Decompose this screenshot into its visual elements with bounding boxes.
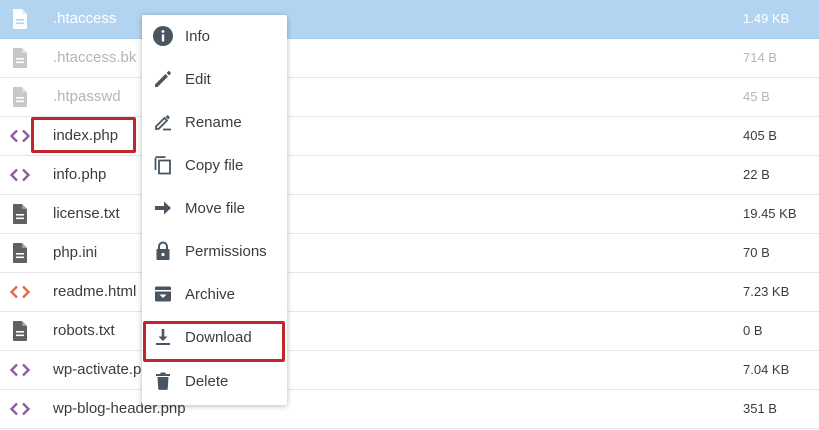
file-size: 405 B	[743, 128, 777, 143]
file-name: robots.txt	[53, 322, 115, 339]
html-code-icon	[8, 280, 32, 304]
lock-icon	[152, 240, 174, 262]
pencil-icon	[152, 68, 174, 90]
menu-item-delete[interactable]: Delete	[142, 360, 287, 403]
file-name: .htaccess	[53, 10, 117, 27]
file-size: 45 B	[743, 89, 770, 104]
document-icon	[8, 46, 32, 70]
menu-label: Delete	[185, 373, 229, 390]
file-name: php.ini	[53, 244, 98, 261]
code-icon	[8, 163, 32, 187]
menu-item-rename[interactable]: Rename	[142, 101, 287, 144]
file-name: info.php	[53, 166, 107, 183]
document-icon	[8, 241, 32, 265]
file-row-readme-html[interactable]: readme.html 7.23 KB	[0, 273, 819, 312]
file-name: license.txt	[53, 205, 120, 222]
code-icon	[8, 124, 32, 148]
menu-label: Info	[185, 28, 211, 45]
document-icon	[8, 202, 32, 226]
file-size: 19.45 KB	[743, 206, 797, 221]
document-icon	[8, 319, 32, 343]
file-row-htpasswd[interactable]: .htpasswd 45 B	[0, 78, 819, 117]
file-size: 1.49 KB	[743, 11, 790, 26]
file-row-robots-txt[interactable]: robots.txt 0 B	[0, 312, 819, 351]
file-row-license-txt[interactable]: license.txt 19.45 KB	[0, 195, 819, 234]
arrow-right-icon	[152, 197, 174, 219]
file-size: 7.23 KB	[743, 284, 790, 299]
document-icon	[8, 7, 32, 31]
file-row-info-php[interactable]: info.php 22 B	[0, 156, 819, 195]
file-row-php-ini[interactable]: php.ini 70 B	[0, 234, 819, 273]
info-icon	[152, 25, 174, 47]
menu-item-edit[interactable]: Edit	[142, 58, 287, 101]
menu-item-copy-file[interactable]: Copy file	[142, 144, 287, 187]
menu-label: Rename	[185, 114, 242, 131]
file-row-wp-activate-php[interactable]: wp-activate.php 7.04 KB	[0, 351, 819, 390]
file-name: readme.html	[53, 283, 137, 300]
archive-icon	[152, 283, 174, 305]
rename-icon	[152, 111, 174, 133]
file-row-htaccess[interactable]: .htaccess 1.49 KB	[0, 0, 819, 39]
document-icon	[8, 85, 32, 109]
file-name: .htaccess.bk	[53, 49, 137, 66]
file-size: 22 B	[743, 167, 770, 182]
file-row-htaccess-bk[interactable]: .htaccess.bk 714 B	[0, 39, 819, 78]
file-list: .htaccess 1.49 KB .htaccess.bk 714 B .ht…	[0, 0, 819, 430]
menu-label: Copy file	[185, 157, 244, 174]
file-row-wp-blog-header-php[interactable]: wp-blog-header.php 351 B	[0, 390, 819, 429]
code-icon	[8, 397, 32, 421]
file-size: 7.04 KB	[743, 362, 790, 377]
file-name: .htpasswd	[53, 88, 121, 105]
menu-label: Archive	[185, 286, 236, 303]
menu-label: Edit	[185, 71, 211, 88]
highlight-index-php	[31, 117, 136, 153]
menu-item-permissions[interactable]: Permissions	[142, 230, 287, 273]
copy-icon	[152, 154, 174, 176]
file-size: 714 B	[743, 50, 777, 65]
trash-icon	[152, 370, 174, 392]
file-size: 351 B	[743, 401, 777, 416]
file-size: 0 B	[743, 323, 763, 338]
menu-item-archive[interactable]: Archive	[142, 273, 287, 316]
file-size: 70 B	[743, 245, 770, 260]
menu-label: Move file	[185, 200, 246, 217]
menu-item-info[interactable]: Info	[142, 15, 287, 58]
menu-label: Permissions	[185, 243, 267, 260]
highlight-download	[143, 321, 285, 362]
menu-item-move-file[interactable]: Move file	[142, 187, 287, 230]
code-icon	[8, 358, 32, 382]
